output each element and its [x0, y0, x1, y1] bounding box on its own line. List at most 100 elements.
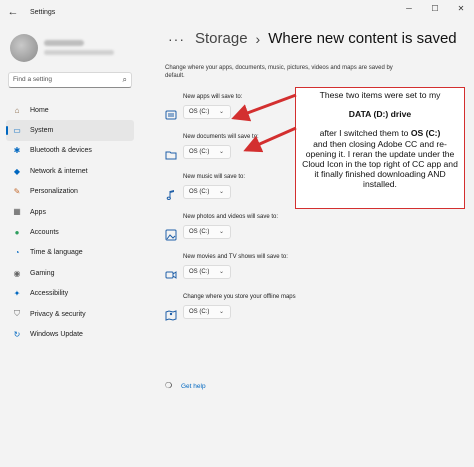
personalization-icon: ✎	[13, 187, 21, 197]
storage-location-label: New photos and videos will save to:	[183, 214, 279, 220]
annotation-callout: These two items were set to my DATA (D:)…	[295, 87, 465, 209]
sidebar-item-label: Bluetooth & devices	[30, 147, 92, 155]
drive-select-value: OS (C:)	[189, 189, 210, 195]
sidebar-item-label: Time & language	[30, 249, 83, 257]
blurred-user-name	[44, 40, 84, 46]
drive-select-dropdown[interactable]: OS (C:) ⌄	[183, 305, 231, 319]
sidebar-item-label: Gaming	[30, 269, 55, 277]
drive-select-value: OS (C:)	[189, 269, 210, 275]
avatar	[10, 34, 38, 62]
drive-select-value: OS (C:)	[189, 149, 210, 155]
bluetooth-icon: ✱	[13, 146, 21, 156]
home-icon: ⌂	[14, 105, 20, 115]
chevron-down-icon: ⌄	[218, 309, 224, 315]
sidebar-item-home[interactable]: ⌂ Home	[6, 100, 134, 120]
drive-select-dropdown[interactable]: OS (C:) ⌄	[183, 145, 231, 159]
sidebar-item-label: Windows Update	[30, 330, 83, 338]
sidebar-item-bluetooth-devices[interactable]: ✱ Bluetooth & devices	[6, 141, 134, 161]
windows-update-icon: ↻	[13, 329, 21, 339]
help-icon: ❍	[165, 381, 173, 390]
drive-select-dropdown[interactable]: OS (C:) ⌄	[183, 185, 231, 199]
storage-location-group: New photos and videos will save to: OS (C…	[165, 214, 365, 250]
sidebar-item-network-internet[interactable]: ◆ Network & internet	[6, 161, 134, 181]
callout-line-1: These two items were set to my	[319, 90, 441, 100]
sidebar-item-label: Privacy & security	[30, 310, 86, 318]
sidebar-item-gaming[interactable]: ◉ Gaming	[6, 263, 134, 283]
drive-select-value: OS (C:)	[189, 309, 210, 315]
sidebar-item-label: Accessibility	[30, 290, 69, 298]
apps-storage-icon	[165, 108, 177, 120]
accessibility-icon: ✦	[13, 289, 21, 299]
sidebar-item-windows-update[interactable]: ↻ Windows Update	[6, 324, 134, 344]
search-icon: ⌕	[122, 75, 127, 84]
breadcrumb-storage[interactable]: Storage	[195, 30, 248, 47]
time-language-icon: ◔	[14, 248, 20, 258]
sidebar-item-time-language[interactable]: ◔ Time & language	[6, 243, 134, 263]
blurred-user-email	[44, 50, 114, 55]
storage-location-label: New documents will save to:	[183, 134, 259, 140]
chevron-down-icon: ⌄	[218, 229, 224, 235]
sidebar-item-apps[interactable]: ▦ Apps	[6, 202, 134, 222]
breadcrumb-overflow-button[interactable]: ···	[168, 31, 185, 47]
sidebar-item-label: Accounts	[30, 229, 59, 237]
callout-line-3b: OS (C:)	[410, 128, 441, 139]
drive-select-dropdown[interactable]: OS (C:) ⌄	[183, 105, 231, 119]
video-camera-icon	[165, 268, 177, 280]
storage-location-group: Change where you store your offline maps…	[165, 294, 365, 330]
sidebar-item-privacy-security[interactable]: ⛉ Privacy & security	[6, 304, 134, 324]
sidebar-item-system[interactable]: ▭ System	[6, 120, 134, 141]
photo-icon	[165, 228, 177, 241]
close-icon[interactable]: ✕	[448, 0, 474, 16]
sidebar-item-label: Personalization	[30, 188, 78, 196]
map-icon	[165, 308, 177, 321]
sidebar: Find a setting ⌕ ⌂ Home ▭ System ✱ Bluetooth …	[0, 24, 140, 467]
get-help-label[interactable]: Get help	[181, 383, 206, 390]
intro-text: Change where your apps, documents, music…	[165, 65, 393, 79]
shield-icon: ⛉	[14, 308, 20, 318]
sidebar-item-accounts[interactable]: ● Accounts	[6, 222, 134, 242]
storage-location-label: New music will save to:	[183, 174, 246, 180]
apps-icon: ▦	[13, 207, 21, 217]
folder-icon	[165, 148, 177, 160]
user-profile[interactable]	[8, 28, 138, 68]
sidebar-item-label: Apps	[30, 208, 46, 216]
network-icon: ◆	[13, 166, 21, 176]
chevron-down-icon: ⌄	[218, 149, 224, 155]
maximize-icon[interactable]: ☐	[422, 0, 448, 16]
minimize-icon[interactable]: ─	[396, 0, 422, 16]
storage-location-label: Change where you store your offline maps	[183, 294, 296, 300]
window-controls: ─ ☐ ✕	[396, 0, 474, 16]
sidebar-nav: ⌂ Home ▭ System ✱ Bluetooth & devices ◆ Network…	[6, 100, 134, 345]
callout-line-4: and then closing Adobe CC and re-opening…	[302, 138, 458, 190]
sidebar-item-label: Home	[30, 106, 49, 114]
callout-line-3: after I switched them to OS (C:)	[300, 128, 460, 138]
gaming-icon: ◉	[13, 268, 21, 278]
callout-line-2: DATA (D:) drive	[348, 109, 412, 120]
chevron-down-icon: ⌄	[218, 189, 224, 195]
back-arrow-icon[interactable]: ←	[2, 1, 24, 23]
drive-select-dropdown[interactable]: OS (C:) ⌄	[183, 265, 231, 279]
chevron-down-icon: ⌄	[218, 269, 224, 275]
get-help-link[interactable]: ❍ Get help	[165, 381, 206, 391]
search-input[interactable]: Find a setting ⌕	[8, 72, 132, 88]
drive-select-value: OS (C:)	[189, 229, 210, 235]
storage-location-label: New movies and TV shows will save to:	[183, 254, 288, 260]
sidebar-item-label: System	[30, 127, 54, 135]
title-bar: ← Settings ─ ☐ ✕	[0, 0, 474, 24]
drive-select-dropdown[interactable]: OS (C:) ⌄	[183, 225, 231, 239]
breadcrumb: ··· Storage › Where new content is saved	[168, 30, 457, 47]
storage-location-label: New apps will save to:	[183, 94, 243, 100]
breadcrumb-chevron-icon: ›	[255, 30, 261, 47]
music-note-icon	[165, 188, 177, 201]
callout-line-3a: after I switched them to	[319, 128, 411, 139]
sidebar-item-personalization[interactable]: ✎ Personalization	[6, 182, 134, 202]
chevron-down-icon: ⌄	[218, 109, 224, 115]
sidebar-item-accessibility[interactable]: ✦ Accessibility	[6, 284, 134, 304]
storage-location-group: New movies and TV shows will save to: OS …	[165, 254, 365, 290]
sidebar-item-label: Network & internet	[30, 167, 88, 175]
system-icon: ▭	[13, 125, 21, 135]
search-placeholder: Find a setting	[13, 76, 53, 83]
app-title: Settings	[30, 8, 56, 16]
drive-select-value: OS (C:)	[189, 109, 210, 115]
accounts-icon: ●	[14, 227, 20, 237]
